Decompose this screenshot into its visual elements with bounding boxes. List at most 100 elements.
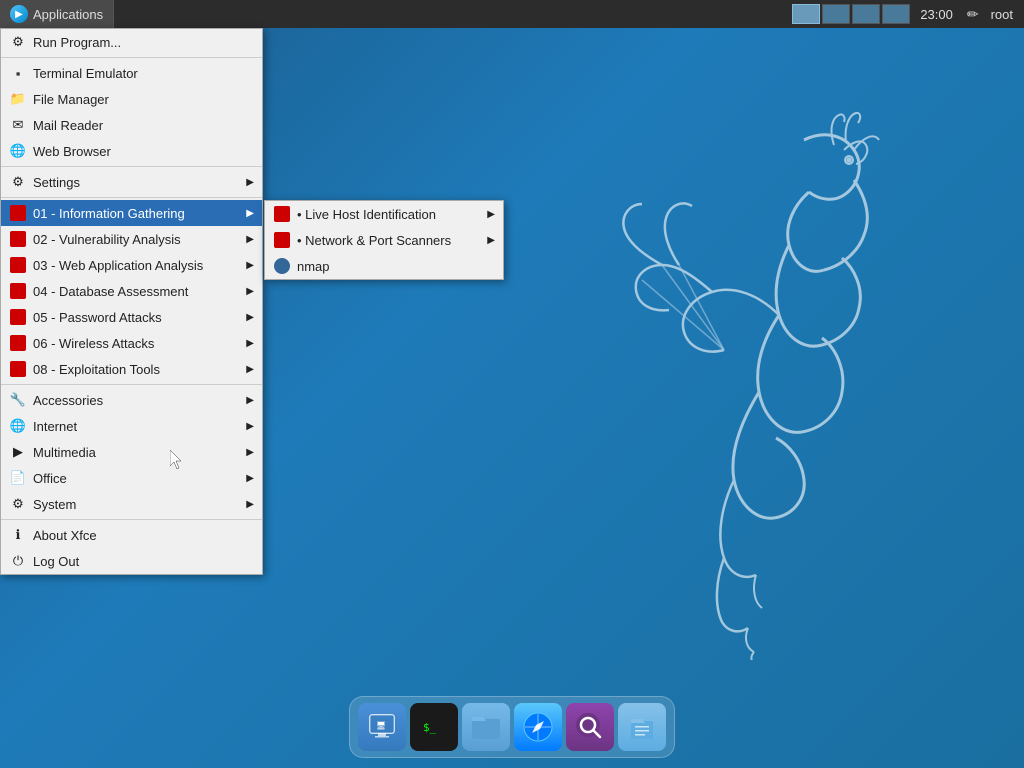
web-app-label: 03 - Web Application Analysis xyxy=(33,258,203,273)
app-menu-icon: ▶ xyxy=(10,5,28,23)
wireless-arrow: ▶ xyxy=(246,338,254,349)
applications-button[interactable]: ▶ Applications xyxy=(0,0,114,28)
settings-label: Settings xyxy=(33,175,80,190)
terminal-label: Terminal Emulator xyxy=(33,66,138,81)
dock-item-browser[interactable] xyxy=(514,703,562,751)
about-icon: ℹ xyxy=(9,526,27,544)
live-host-arrow: ▶ xyxy=(487,209,495,220)
wireless-label: 06 - Wireless Attacks xyxy=(33,336,154,351)
office-icon: 📄 xyxy=(9,469,27,487)
menu-item-wireless[interactable]: 06 - Wireless Attacks ▶ xyxy=(1,330,262,356)
svg-text:🖥: 🖥 xyxy=(376,721,386,730)
exploitation-icon xyxy=(9,360,27,378)
menu-item-mail-reader[interactable]: ✉ Mail Reader xyxy=(1,112,262,138)
menu-item-logout[interactable]: ⏻ Log Out xyxy=(1,548,262,574)
menu-item-about[interactable]: ℹ About Xfce xyxy=(1,522,262,548)
menu-item-vuln-analysis[interactable]: 02 - Vulnerability Analysis ▶ xyxy=(1,226,262,252)
workspace-3[interactable] xyxy=(852,4,880,24)
multimedia-arrow: ▶ xyxy=(246,447,254,458)
password-label: 05 - Password Attacks xyxy=(33,310,162,325)
separator-1 xyxy=(1,57,262,58)
pencil-icon: ✏ xyxy=(963,6,983,23)
dock-item-monitor[interactable]: 🖥 xyxy=(358,703,406,751)
network-port-arrow: ▶ xyxy=(487,235,495,246)
mail-reader-label: Mail Reader xyxy=(33,118,103,133)
multimedia-label: Multimedia xyxy=(33,445,96,460)
vuln-analysis-label: 02 - Vulnerability Analysis xyxy=(33,232,181,247)
file-manager-icon: 📁 xyxy=(9,90,27,108)
workspace-4[interactable] xyxy=(882,4,910,24)
dock-item-folder[interactable] xyxy=(462,703,510,751)
submenu-info-gathering: • Live Host Identification ▶ • Network &… xyxy=(264,200,504,280)
nmap-label: nmap xyxy=(297,259,330,274)
kali-dragon xyxy=(524,80,944,660)
menu-item-password[interactable]: 05 - Password Attacks ▶ xyxy=(1,304,262,330)
dock-item-terminal[interactable]: $_ xyxy=(410,703,458,751)
system-label: System xyxy=(33,497,76,512)
terminal-icon: ▪ xyxy=(9,64,27,82)
taskbar-right: 23:00 ✏ root xyxy=(792,4,1024,24)
menu-item-exploitation[interactable]: 08 - Exploitation Tools ▶ xyxy=(1,356,262,382)
settings-icon: ⚙ xyxy=(9,173,27,191)
separator-5 xyxy=(1,519,262,520)
menu-item-accessories[interactable]: 🔧 Accessories ▶ xyxy=(1,387,262,413)
internet-label: Internet xyxy=(33,419,77,434)
svg-text:$_: $_ xyxy=(423,721,437,734)
workspace-1[interactable] xyxy=(792,4,820,24)
office-arrow: ▶ xyxy=(246,473,254,484)
folder-dock-icon xyxy=(470,711,502,743)
accessories-icon: 🔧 xyxy=(9,391,27,409)
web-icon: 🌐 xyxy=(9,142,27,160)
accessories-label: Accessories xyxy=(33,393,103,408)
office-label: Office xyxy=(33,471,67,486)
terminal-dock-icon: $_ xyxy=(418,711,450,743)
menu-item-run-program[interactable]: ⚙ Run Program... xyxy=(1,29,262,55)
menu-item-terminal[interactable]: ▪ Terminal Emulator xyxy=(1,60,262,86)
web-app-arrow: ▶ xyxy=(246,260,254,271)
logout-icon: ⏻ xyxy=(9,552,27,570)
menu-item-web-browser[interactable]: 🌐 Web Browser xyxy=(1,138,262,164)
system-icon: ⚙ xyxy=(9,495,27,513)
web-browser-label: Web Browser xyxy=(33,144,111,159)
menu-item-multimedia[interactable]: ▶ Multimedia ▶ xyxy=(1,439,262,465)
menu-item-office[interactable]: 📄 Office ▶ xyxy=(1,465,262,491)
taskbar-top: ▶ Applications 23:00 ✏ root xyxy=(0,0,1024,28)
workspace-2[interactable] xyxy=(822,4,850,24)
menu-item-system[interactable]: ⚙ System ▶ xyxy=(1,491,262,517)
vuln-analysis-icon xyxy=(9,230,27,248)
menu-item-settings[interactable]: ⚙ Settings ▶ xyxy=(1,169,262,195)
dock-item-search[interactable] xyxy=(566,703,614,751)
internet-arrow: ▶ xyxy=(246,421,254,432)
dock: 🖥 $_ xyxy=(349,696,675,758)
network-port-icon xyxy=(273,231,291,249)
info-gathering-icon xyxy=(9,204,27,222)
gear-icon: ⚙ xyxy=(9,33,27,51)
submenu-item-live-host[interactable]: • Live Host Identification ▶ xyxy=(265,201,503,227)
menu-item-web-app[interactable]: 03 - Web Application Analysis ▶ xyxy=(1,252,262,278)
submenu-item-network-port[interactable]: • Network & Port Scanners ▶ xyxy=(265,227,503,253)
mail-icon: ✉ xyxy=(9,116,27,134)
dock-item-files[interactable] xyxy=(618,703,666,751)
live-host-label: • Live Host Identification xyxy=(297,207,436,222)
web-app-icon xyxy=(9,256,27,274)
username: root xyxy=(985,7,1019,22)
password-arrow: ▶ xyxy=(246,312,254,323)
settings-arrow: ▶ xyxy=(246,177,254,188)
multimedia-icon: ▶ xyxy=(9,443,27,461)
live-host-icon xyxy=(273,205,291,223)
nmap-icon xyxy=(273,257,291,275)
network-port-label: • Network & Port Scanners xyxy=(297,233,451,248)
browser-dock-icon xyxy=(522,711,554,743)
accessories-arrow: ▶ xyxy=(246,395,254,406)
db-assessment-label: 04 - Database Assessment xyxy=(33,284,188,299)
menu-item-db-assessment[interactable]: 04 - Database Assessment ▶ xyxy=(1,278,262,304)
menu-item-info-gathering[interactable]: 01 - Information Gathering ▶ • Live Host… xyxy=(1,200,262,226)
password-icon xyxy=(9,308,27,326)
db-assessment-arrow: ▶ xyxy=(246,286,254,297)
menu-item-file-manager[interactable]: 📁 File Manager xyxy=(1,86,262,112)
wireless-icon xyxy=(9,334,27,352)
run-program-label: Run Program... xyxy=(33,35,121,50)
submenu-item-nmap[interactable]: nmap xyxy=(265,253,503,279)
menu-item-internet[interactable]: 🌐 Internet ▶ xyxy=(1,413,262,439)
applications-label: Applications xyxy=(33,7,103,22)
